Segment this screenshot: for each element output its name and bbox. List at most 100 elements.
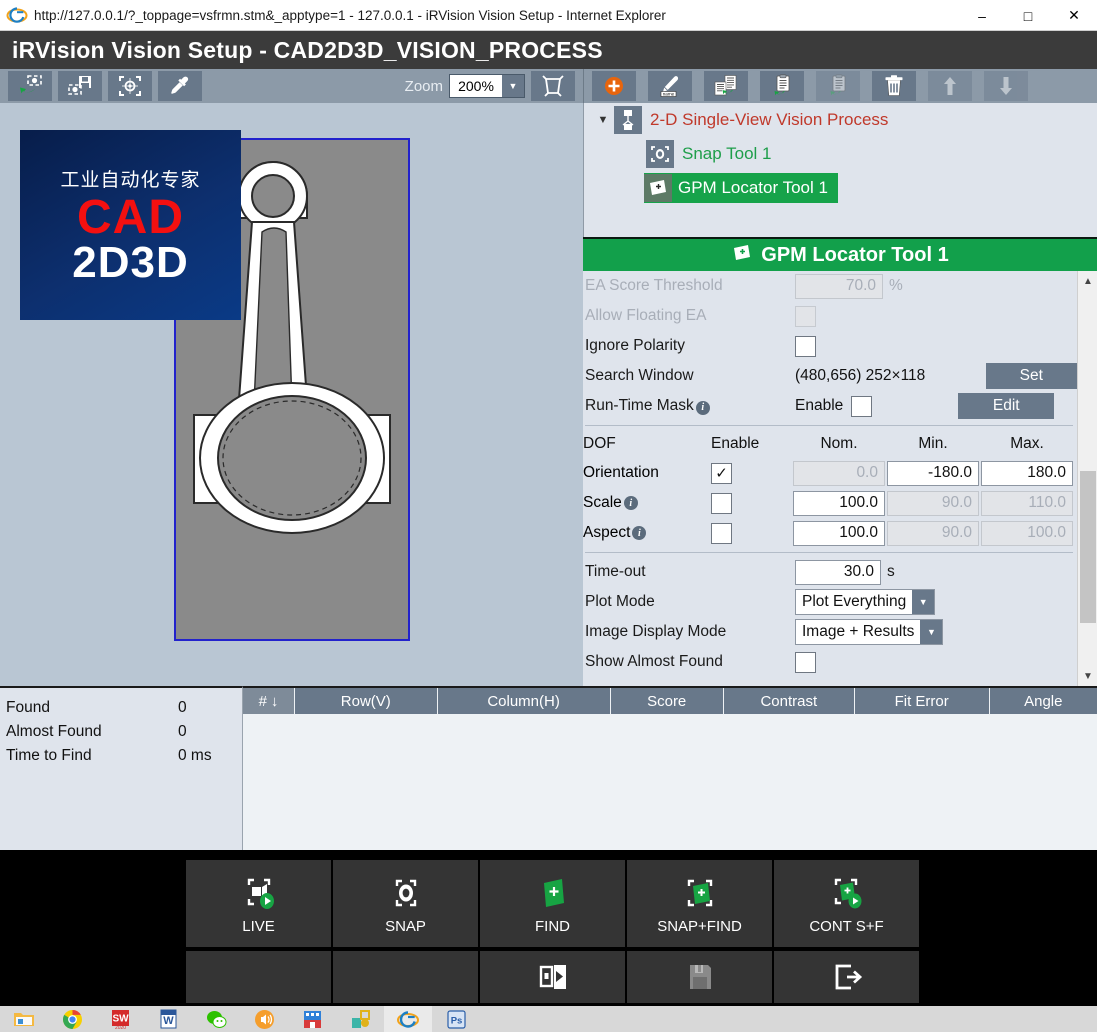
dof-min-aspect[interactable]: 90.0 <box>887 520 979 546</box>
video-app-icon[interactable] <box>288 1006 336 1032</box>
tree-item-gpm-locator[interactable]: GPM Locator Tool 1 <box>644 173 838 203</box>
tree-item-snap-tool[interactable]: Snap Tool 1 <box>584 137 1097 171</box>
ignore-polarity-checkbox[interactable] <box>795 335 816 357</box>
property-row-show-almost-found: Show Almost Found <box>583 647 1077 677</box>
chrome-icon[interactable] <box>48 1006 96 1032</box>
dof-enable-scale[interactable] <box>711 492 732 514</box>
column-header-angle[interactable]: Angle <box>989 688 1097 714</box>
security-app-icon[interactable] <box>336 1006 384 1032</box>
file-explorer-icon[interactable] <box>0 1006 48 1032</box>
save-image-icon[interactable] <box>58 71 102 101</box>
dof-enable-aspect[interactable] <box>711 522 732 544</box>
snap-find-button[interactable]: SNAP+FIND <box>627 860 772 947</box>
maximize-button[interactable]: □ <box>1005 0 1051 31</box>
paste-special-icon[interactable] <box>816 71 860 101</box>
windows-taskbar: SW 2020 W Ps <box>0 1006 1097 1032</box>
column-header-score[interactable]: Score <box>610 688 724 714</box>
plot-mode-select[interactable]: Plot Everything ▼ <box>795 589 936 615</box>
runtime-mask-checkbox[interactable] <box>851 395 873 417</box>
close-button[interactable]: ✕ <box>1051 0 1097 31</box>
internet-explorer-icon[interactable] <box>384 1006 432 1032</box>
divider <box>585 552 1073 553</box>
property-row-image-display-mode: Image Display Mode Image + Results ▼ <box>583 617 1077 647</box>
find-button[interactable]: FIND <box>480 860 625 947</box>
photoshop-icon[interactable]: Ps <box>432 1006 480 1032</box>
dof-nom-scale[interactable]: 100.0 <box>793 490 885 516</box>
search-window-set-button[interactable]: Set <box>985 363 1077 389</box>
tree-item-gpm-locator-wrap: GPM Locator Tool 1 <box>584 171 1097 205</box>
move-down-icon[interactable] <box>984 71 1028 101</box>
search-window-label: Search Window <box>585 367 694 384</box>
image-display-mode-select[interactable]: Image + Results ▼ <box>795 619 944 645</box>
rename-tool-icon[interactable]: name <box>648 71 692 101</box>
window-controls: – □ ✕ <box>959 0 1097 31</box>
column-header-contrast[interactable]: Contrast <box>723 688 855 714</box>
find-button-label: FIND <box>535 917 570 935</box>
runtime-mask-edit-button[interactable]: Edit <box>958 393 1055 419</box>
tree-root-row[interactable]: ▼ 2-D Single-View Vision Process <box>584 103 1097 137</box>
scroll-up-icon[interactable]: ▲ <box>1078 271 1097 291</box>
app-header: iRVision Vision Setup - CAD2D3D_VISION_P… <box>0 31 1097 69</box>
dof-nom-orientation[interactable]: 0.0 <box>793 460 885 486</box>
center-target-icon[interactable] <box>108 71 152 101</box>
timeout-label: Time-out <box>585 563 646 580</box>
exit-button[interactable] <box>774 951 919 1003</box>
minimize-button[interactable]: – <box>959 0 1005 31</box>
copy-tool-icon[interactable] <box>704 71 748 101</box>
column-header-index[interactable]: # ↓ <box>243 688 295 714</box>
save-button[interactable] <box>627 951 772 1003</box>
properties-scrollbar[interactable]: ▲ ▼ <box>1077 271 1097 686</box>
info-icon[interactable]: i <box>695 400 710 415</box>
live-button[interactable]: LIVE <box>186 860 331 947</box>
paste-tool-icon[interactable] <box>760 71 804 101</box>
action-empty-slot-1[interactable] <box>186 951 331 1003</box>
dof-min-scale[interactable]: 90.0 <box>887 490 979 516</box>
allow-floating-ea-label: Allow Floating EA <box>585 307 707 324</box>
scroll-down-icon[interactable]: ▼ <box>1078 666 1097 686</box>
table-header-row: # ↓ Row(V) Column(H) Score Contrast Fit … <box>243 688 1097 714</box>
image-viewport[interactable]: 工业自动化专家 CAD 2D3D <box>0 103 583 686</box>
property-row-timeout: Time-out 30.0 s <box>583 557 1077 587</box>
dof-row-scale: Scalei 100.0 90.0 110.0 % <box>583 488 1095 518</box>
chevron-down-icon[interactable]: ▼ <box>920 620 943 644</box>
info-icon[interactable]: i <box>632 526 647 540</box>
dof-max-aspect[interactable]: 100.0 <box>981 520 1073 546</box>
dof-label-scale: Scale i <box>583 494 711 512</box>
delete-tool-icon[interactable] <box>872 71 916 101</box>
dof-max-scale[interactable]: 110.0 <box>981 490 1073 516</box>
chevron-down-icon[interactable]: ▼ <box>592 114 614 126</box>
column-header-column[interactable]: Column(H) <box>437 688 611 714</box>
dof-min-orientation[interactable]: -180.0 <box>887 460 979 486</box>
dof-enable-orientation[interactable]: ✓ <box>711 462 732 484</box>
fit-to-window-icon[interactable] <box>531 71 575 101</box>
action-empty-slot-2[interactable] <box>333 951 478 1003</box>
zoom-select[interactable]: 200% ▼ <box>449 74 525 98</box>
snap-find-button-label: SNAP+FIND <box>657 917 742 935</box>
word-icon[interactable]: W <box>144 1006 192 1032</box>
move-up-icon[interactable] <box>928 71 972 101</box>
chevron-down-icon[interactable]: ▼ <box>912 590 935 614</box>
add-tool-icon[interactable] <box>592 71 636 101</box>
show-almost-found-checkbox[interactable] <box>795 651 816 673</box>
wechat-icon[interactable] <box>192 1006 240 1032</box>
action-row-secondary <box>186 951 921 1003</box>
eyedropper-icon[interactable] <box>158 71 202 101</box>
scrollbar-thumb[interactable] <box>1080 471 1096 623</box>
snap-button[interactable]: SNAP <box>333 860 478 947</box>
allow-floating-ea-checkbox[interactable] <box>795 305 816 327</box>
column-header-fit-error[interactable]: Fit Error <box>854 688 990 714</box>
run-button[interactable] <box>480 951 625 1003</box>
dof-nom-aspect[interactable]: 100.0 <box>793 520 885 546</box>
ea-score-threshold-input[interactable]: 70.0 <box>795 273 883 299</box>
volume-app-icon[interactable] <box>240 1006 288 1032</box>
timeout-input[interactable]: 30.0 <box>795 559 881 585</box>
info-icon[interactable]: i <box>623 496 638 510</box>
cont-snap-find-button[interactable]: CONT S+F <box>774 860 919 947</box>
solidworks-icon[interactable]: SW 2020 <box>96 1006 144 1032</box>
dof-max-orientation[interactable]: 180.0 <box>981 460 1073 486</box>
load-image-icon[interactable] <box>8 71 52 101</box>
column-header-row[interactable]: Row(V) <box>295 688 438 714</box>
zoom-value: 200% <box>458 78 494 94</box>
chevron-down-icon[interactable]: ▼ <box>502 75 524 97</box>
ea-score-threshold-label: EA Score Threshold <box>585 277 723 294</box>
